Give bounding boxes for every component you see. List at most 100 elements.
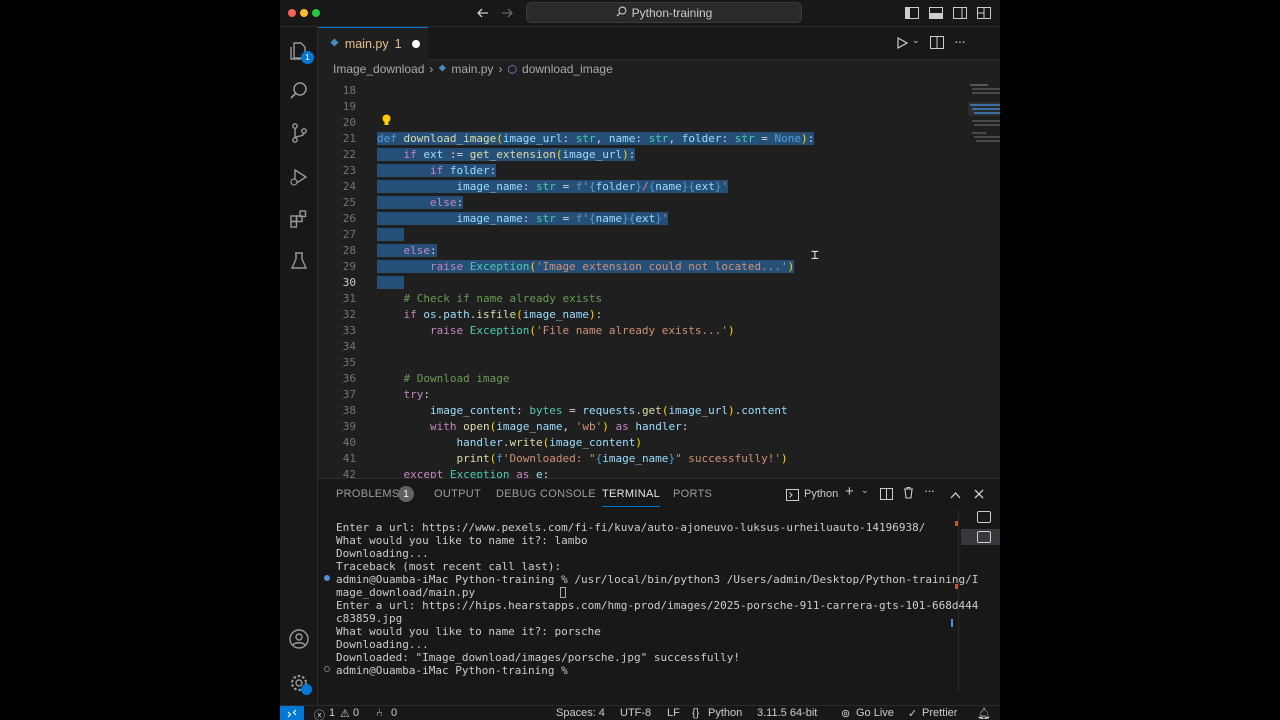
code-line[interactable]: 27 [318,227,1000,243]
line-number: 22 [342,148,356,161]
indentation-setting[interactable]: Spaces: 4 [556,707,605,719]
terminal-instance-icon[interactable] [977,511,991,523]
customize-layout-icon[interactable] [975,4,993,22]
error-count[interactable]: 1 [329,707,335,719]
python-interpreter[interactable]: 3.11.5 64-bit [757,707,817,719]
code-line[interactable]: 24 image_name: str = f'{folder}/{name}{e… [318,179,1000,195]
tab-terminal[interactable]: TERMINAL [602,488,661,507]
code-line[interactable]: 23 if folder: [318,163,1000,179]
terminal-line: Traceback (most recent call last): [336,560,562,573]
tab-output[interactable]: OUTPUT [434,488,481,500]
breadcrumb-folder[interactable]: Image_download [333,62,424,76]
code-line[interactable]: 39 with open(image_name, 'wb') as handle… [318,419,1000,435]
tab-problems[interactable]: PROBLEMS [336,488,400,500]
code-line[interactable]: 40 handler.write(image_content) [318,435,1000,451]
warning-count[interactable]: 0 [353,707,359,719]
line-code: try: [403,388,431,401]
code-line[interactable]: 38 image_content: bytes = requests.get(i… [318,403,1000,419]
close-panel-icon[interactable] [974,486,984,504]
run-debug-icon[interactable] [287,165,311,189]
kill-terminal-trash-icon[interactable] [903,486,914,504]
code-line[interactable]: 32 if os.path.isfile(image_name): [318,307,1000,323]
toggle-primary-sidebar-icon[interactable] [903,4,921,22]
terminal-shell-label[interactable]: Python [804,488,838,500]
code-line[interactable]: 36 # Download image [318,371,1000,387]
maximize-panel-chevron-up-icon[interactable] [950,486,961,504]
lightbulb-icon[interactable] [381,114,392,130]
terminal-line: Enter a url: https://www.pexels.com/fi-f… [336,521,926,534]
breadcrumb-symbol[interactable]: download_image [522,62,613,76]
search-view-icon[interactable] [287,79,311,103]
minimize-window-button[interactable] [300,9,308,17]
split-editor-icon[interactable] [930,36,944,54]
go-live-button[interactable]: Go Live [856,707,894,719]
minimap[interactable] [968,82,1000,172]
back-arrow-icon[interactable] [474,4,492,22]
testing-icon[interactable] [287,249,311,273]
close-window-button[interactable] [288,9,296,17]
terminal-output[interactable]: Enter a url: https://www.pexels.com/fi-f… [336,521,978,677]
source-control-icon[interactable] [287,121,311,145]
code-line[interactable]: 19 [318,99,1000,115]
command-center-search[interactable]: Python-training [526,2,802,23]
terminal-line: Downloading... [336,638,429,651]
tab-ports[interactable]: PORTS [673,488,712,500]
account-icon[interactable] [287,627,311,651]
code-line[interactable]: 34 [318,339,1000,355]
code-line[interactable]: 21 def download_image(image_url: str, nam… [318,131,1000,147]
new-terminal-plus-icon[interactable]: + [845,483,854,500]
code-line[interactable]: 33 raise Exception('File name already ex… [318,323,1000,339]
code-line[interactable]: 22 if ext := get_extension(image_url): [318,147,1000,163]
tab-debug-console[interactable]: DEBUG CONSOLE [496,488,596,500]
maximize-window-button[interactable] [312,9,320,17]
code-line[interactable]: 18 [318,83,1000,99]
more-actions-icon[interactable]: ··· [954,33,966,49]
command-decoration-dot-empty[interactable] [324,666,330,672]
run-options-chevron-icon[interactable]: ⌄ [912,35,920,46]
line-code: image_content: bytes = requests.get(imag… [429,404,788,417]
code-line[interactable]: 41 print(f'Downloaded: "{image_name}" su… [318,451,1000,467]
run-python-file-icon[interactable] [896,36,909,55]
code-line[interactable]: 35 [318,355,1000,371]
toggle-secondary-sidebar-icon[interactable] [951,4,969,22]
language-mode[interactable]: Python [708,707,742,719]
error-icon[interactable]: ⓧ [314,707,325,720]
code-line[interactable]: 20 [318,115,1000,131]
eol-setting[interactable]: LF [667,707,680,719]
code-line[interactable]: 30 [318,275,1000,291]
notifications-bell-icon[interactable]: 🔔︎ [977,707,991,720]
settings-gear-icon[interactable] [287,671,312,695]
code-line[interactable]: 25 else: [318,195,1000,211]
line-number: 41 [342,452,356,465]
panel-more-actions-icon[interactable]: ··· [924,483,935,498]
tab-main-py[interactable]: ⯁ main.py 1 [318,27,428,60]
breadcrumb-file[interactable]: main.py [451,62,493,76]
remote-indicator-icon[interactable] [280,706,304,720]
encoding-setting[interactable]: UTF-8 [620,707,651,719]
code-line[interactable]: 29 raise Exception('Image extension coul… [318,259,1000,275]
code-editor[interactable]: 18 19 20 21 def download_image(image_url: st… [318,82,1000,478]
code-line[interactable]: 42 except Exception as e: [318,467,1000,478]
warning-icon[interactable]: ⚠ [340,707,350,720]
line-number: 30 [342,276,356,289]
prettier-status[interactable]: Prettier [922,707,957,719]
toggle-panel-icon[interactable] [927,4,945,22]
line-number: 42 [342,468,356,478]
explorer-icon[interactable]: 1 [287,39,314,64]
line-code: else: [377,195,464,211]
terminal-options-chevron-icon[interactable]: ⌄ [861,485,869,496]
code-line[interactable]: 28 else: [318,243,1000,259]
terminal-instance-active[interactable] [961,529,1000,545]
ports-count[interactable]: 0 [391,707,397,719]
code-line[interactable]: 26 image_name: str = f'{name}{ext}' [318,211,1000,227]
ports-icon[interactable]: ⑃ [376,707,383,719]
code-line[interactable]: 31 # Check if name already exists [318,291,1000,307]
forward-arrow-icon[interactable] [498,4,516,22]
split-terminal-icon[interactable] [880,487,893,505]
tab-label: main.py [344,37,389,51]
code-line[interactable]: 37 try: [318,387,1000,403]
command-decoration-dot[interactable] [324,575,330,581]
unsaved-dot-icon[interactable] [411,40,420,48]
extensions-icon[interactable] [287,207,311,231]
line-code: image_name: str = f'{name}{ext}' [377,211,669,227]
